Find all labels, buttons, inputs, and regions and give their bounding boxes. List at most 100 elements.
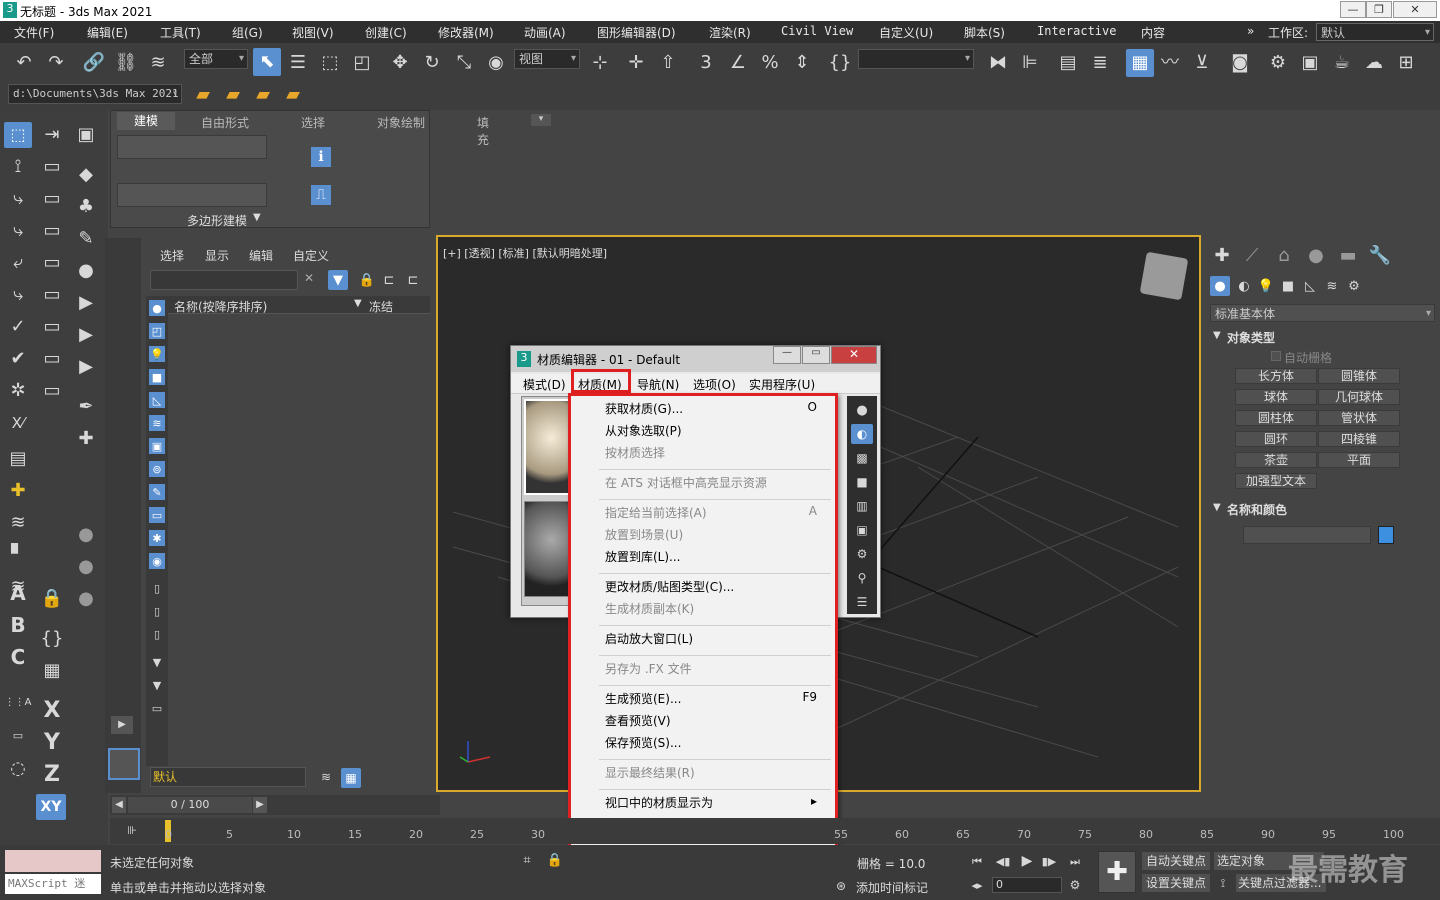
display-tab-icon[interactable]: ▬ — [1337, 246, 1359, 266]
filter-particles-icon[interactable]: ✱ — [149, 530, 165, 546]
select-tool-icon[interactable]: ⬚ — [4, 122, 32, 148]
schematic-view-icon[interactable]: ⊻ — [1190, 52, 1214, 74]
geometry-category-icon[interactable]: ● — [1210, 276, 1230, 296]
material-menu-item[interactable]: 保存预览(S)... — [605, 734, 681, 751]
xform-icon[interactable]: X⁄ — [4, 410, 32, 436]
sphere-tool-icon[interactable]: ● — [72, 258, 100, 284]
filter-shapes-icon[interactable]: ◰ — [149, 323, 165, 339]
key-mode-icon[interactable]: ◂▸ — [968, 877, 986, 893]
make-preview-icon[interactable]: ▣ — [851, 520, 873, 540]
filter-doc-2-icon[interactable]: ▯ — [149, 603, 165, 619]
render-settings-icon[interactable]: ⊞ — [1394, 52, 1418, 74]
explorer-hierarchy-icon[interactable]: ⊏ — [381, 271, 397, 289]
brush-icon[interactable]: ✎ — [72, 226, 100, 252]
project-settings-icon[interactable]: ▰ — [282, 84, 304, 106]
axis-z-icon[interactable]: Z — [38, 762, 66, 788]
curve-editor-mini-icon[interactable]: ⊪ — [122, 822, 142, 838]
menu-create[interactable]: 创建(C) — [365, 24, 407, 41]
grid-lock-icon[interactable]: ▦ — [38, 658, 66, 684]
text-c-icon[interactable]: C — [4, 644, 32, 670]
project-open-icon[interactable]: ▰ — [222, 84, 244, 106]
shapes-category-icon[interactable]: ◐ — [1235, 276, 1253, 296]
helpers-category-icon[interactable]: ◺ — [1301, 276, 1319, 296]
spacewarps-category-icon[interactable]: ≋ — [1323, 276, 1341, 296]
filter-lights-icon[interactable]: 💡 — [149, 346, 165, 362]
viewport-label[interactable]: [+] [透视] [标准] [默认明暗处理] — [443, 245, 607, 261]
name-color-rollout[interactable]: 名称和颜色 — [1227, 501, 1287, 518]
filter-spacewarps-icon[interactable]: ≋ — [149, 415, 165, 431]
material-map-navigator-icon[interactable]: ☰ — [851, 592, 873, 612]
object-4-icon[interactable]: ▭ — [38, 250, 66, 276]
menu-tools[interactable]: 工具(T) — [160, 24, 201, 41]
sphere-button[interactable]: 球体 — [1235, 389, 1317, 405]
menu-civil-view[interactable]: Civil View — [781, 24, 853, 38]
window-crossing-icon[interactable]: ◰ — [350, 52, 374, 74]
select-object-icon[interactable]: ⬉ — [253, 48, 281, 76]
text-a-icon[interactable]: A — [4, 580, 32, 606]
brace-icon[interactable]: {} — [38, 626, 66, 652]
menu-edit[interactable]: 编辑(E) — [87, 24, 128, 41]
select-by-material-icon[interactable]: ⚲ — [851, 568, 873, 588]
move-keys-icon[interactable]: ⇥ — [38, 122, 66, 148]
filter-cameras-icon[interactable]: ■ — [149, 369, 165, 385]
layer-explorer-icon[interactable]: ≣ — [1088, 52, 1112, 74]
material-menu-item[interactable]: 从对象选取(P) — [605, 422, 682, 439]
material-menu-item[interactable]: 放置到场景(U) — [605, 526, 683, 543]
play-icon[interactable]: ▶ — [1018, 853, 1036, 869]
menu-modifiers[interactable]: 修改器(M) — [438, 24, 494, 41]
minimize-button[interactable]: — — [1340, 1, 1366, 18]
circle-1-icon[interactable]: ● — [72, 522, 100, 548]
autogrid-checkbox[interactable] — [1271, 351, 1281, 361]
mat-close-button[interactable]: ✕ — [831, 346, 877, 364]
object-type-collapse-icon[interactable]: ▼ — [1213, 330, 1221, 341]
ribbon-grip-icon[interactable]: ⎍ — [311, 185, 331, 205]
mat-minimize-button[interactable]: — — [773, 346, 801, 364]
soft-select-icon[interactable]: ⤶ — [4, 250, 32, 276]
play-tool-3-icon[interactable]: ▶ — [72, 354, 100, 380]
dotted-a-icon[interactable]: ⋮⋮A — [4, 690, 32, 716]
select-manipulate-icon[interactable]: ✛ — [624, 52, 648, 74]
filter-groups-icon[interactable]: ▣ — [149, 438, 165, 454]
time-next-icon[interactable]: ▶ — [253, 797, 267, 813]
vertex-icon[interactable]: ⤷ — [4, 282, 32, 308]
material-menu-item[interactable]: 另存为 .FX 文件 — [605, 660, 692, 677]
filter-doc-3-icon[interactable]: ▯ — [149, 626, 165, 642]
maxscript-input[interactable]: MAXScript 迷 — [5, 874, 101, 894]
add-time-tag[interactable]: 添加时间标记 — [856, 879, 928, 896]
systems-category-icon[interactable]: ⚙ — [1345, 276, 1363, 296]
restore-button[interactable]: ❐ — [1366, 1, 1392, 18]
primitive-category-dropdown[interactable]: 标准基本体 — [1210, 304, 1435, 323]
ribbon-tab-modeling[interactable]: 建模 — [117, 112, 175, 130]
cameras-category-icon[interactable]: ■ — [1279, 276, 1297, 296]
rendered-frame-icon[interactable]: ▣ — [1298, 52, 1322, 74]
axis-y-icon[interactable]: Y — [38, 730, 66, 756]
auto-key-button[interactable]: 自动关键点 — [1142, 852, 1210, 870]
tube-button[interactable]: 管状体 — [1318, 410, 1400, 426]
curve-editor-icon[interactable]: 〰 — [1158, 52, 1182, 74]
render-cloud-icon[interactable]: ☁ — [1362, 52, 1386, 74]
named-selection-dropdown[interactable] — [858, 49, 974, 69]
layers-icon[interactable]: ▤ — [4, 446, 32, 472]
ribbon-tab-selection[interactable]: 选择 — [301, 114, 325, 131]
textplus-button[interactable]: 加强型文本 — [1235, 473, 1317, 489]
menu-scripting[interactable]: 脚本(S) — [964, 24, 1005, 41]
explorer-col-name[interactable]: 名称(按降序排序) — [174, 298, 267, 315]
background-icon[interactable]: ▩ — [851, 448, 873, 468]
prev-frame-icon[interactable]: ◀▮ — [994, 853, 1012, 869]
filter-box-icon[interactable]: ▭ — [149, 700, 165, 716]
options-icon[interactable]: ⚙ — [851, 544, 873, 564]
workspace-dropdown[interactable]: 默认 — [1316, 23, 1434, 42]
undo-icon[interactable]: ↶ — [12, 52, 36, 74]
project-path-dropdown[interactable]: d:\Documents\3ds Max 2021 — [8, 84, 182, 104]
scale-icon[interactable]: ⤡ — [452, 52, 476, 74]
object-8-icon[interactable]: ▭ — [38, 378, 66, 404]
object-2-icon[interactable]: ▭ — [38, 186, 66, 212]
play-tool-icon[interactable]: ▶ — [72, 290, 100, 316]
sample-slot-1[interactable] — [524, 399, 570, 495]
ref-coord-dropdown[interactable]: 视图 — [514, 49, 580, 69]
axis-xy-icon[interactable]: XY — [36, 794, 66, 820]
select-by-name-icon[interactable]: ☰ — [286, 52, 310, 74]
material-menu-item[interactable]: 生成材质副本(K) — [605, 600, 694, 617]
explorer-filter-icon[interactable]: ▼ — [328, 270, 348, 290]
torus-button[interactable]: 圆环 — [1235, 431, 1317, 447]
